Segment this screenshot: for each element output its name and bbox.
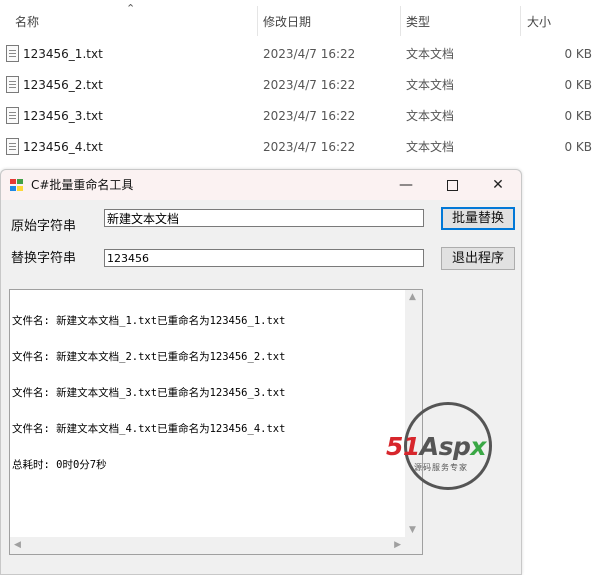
window-title: C#批量重命名工具 — [31, 178, 134, 192]
file-type: 文本文档 — [406, 109, 455, 123]
rename-tool-window: C#批量重命名工具 — ✕ 原始字符串 新建文本文档 批量替换 替换字符串 12… — [0, 169, 522, 575]
column-divider[interactable] — [520, 6, 521, 36]
file-name: 123456_1.txt — [23, 47, 103, 61]
watermark-brand: 51Aspx — [386, 432, 487, 461]
file-size: 0 KB — [564, 140, 592, 154]
scroll-right-icon[interactable]: ▶ — [394, 540, 401, 550]
horizontal-scrollbar[interactable]: ◀ ▶ — [10, 537, 405, 554]
file-type: 文本文档 — [406, 47, 455, 61]
scroll-up-icon[interactable]: ▲ — [409, 292, 416, 302]
sort-ascending-icon: ⌃ — [126, 2, 136, 15]
file-explorer-list: ⌃ 名称 修改日期 类型 大小 123456_1.txt 2023/4/7 16… — [0, 0, 616, 170]
file-size: 0 KB — [564, 78, 592, 92]
file-date: 2023/4/7 16:22 — [263, 78, 356, 92]
text-file-icon — [6, 76, 19, 93]
file-size: 0 KB — [564, 109, 592, 123]
column-header-date[interactable]: 修改日期 — [263, 10, 311, 34]
scroll-left-icon[interactable]: ◀ — [14, 540, 21, 550]
file-row[interactable]: 123456_2.txt 2023/4/7 16:22 文本文档 0 KB — [0, 70, 616, 101]
file-date: 2023/4/7 16:22 — [263, 140, 356, 154]
maximize-icon — [446, 179, 458, 191]
column-header-name[interactable]: 名称 — [15, 10, 39, 34]
app-icon — [10, 179, 23, 191]
text-file-icon — [6, 45, 19, 62]
column-header-type[interactable]: 类型 — [406, 10, 430, 34]
log-line: 文件名: 新建文本文档_2.txt已重命名为123456_2.txt — [12, 351, 286, 363]
exit-button[interactable]: 退出程序 — [441, 247, 515, 270]
replace-string-input[interactable]: 123456 — [104, 249, 424, 267]
text-file-icon — [6, 107, 19, 124]
log-line: 文件名: 新建文本文档_1.txt已重命名为123456_1.txt — [12, 315, 286, 327]
window-titlebar[interactable]: C#批量重命名工具 — ✕ — [1, 170, 521, 200]
log-line: 文件名: 新建文本文档_3.txt已重命名为123456_3.txt — [12, 387, 286, 399]
original-string-label: 原始字符串 — [11, 219, 77, 234]
file-name: 123456_2.txt — [23, 78, 103, 92]
scroll-down-icon[interactable]: ▼ — [409, 525, 416, 535]
minimize-button[interactable]: — — [383, 170, 429, 200]
file-row[interactable]: 123456_1.txt 2023/4/7 16:22 文本文档 0 KB — [0, 39, 616, 70]
log-lines: 文件名: 新建文本文档_1.txt已重命名为123456_1.txt 文件名: … — [12, 291, 285, 495]
file-row[interactable]: 123456_3.txt 2023/4/7 16:22 文本文档 0 KB — [0, 101, 616, 132]
column-divider[interactable] — [257, 6, 258, 36]
file-type: 文本文档 — [406, 140, 455, 154]
watermark-logo: 51Aspx 源码服务专家 — [386, 402, 512, 494]
file-type: 文本文档 — [406, 78, 455, 92]
file-date: 2023/4/7 16:22 — [263, 47, 356, 61]
original-string-input[interactable]: 新建文本文档 — [104, 209, 424, 227]
maximize-button[interactable] — [429, 170, 475, 200]
watermark-tagline: 源码服务专家 — [414, 463, 468, 472]
column-divider[interactable] — [400, 6, 401, 36]
text-file-icon — [6, 138, 19, 155]
file-date: 2023/4/7 16:22 — [263, 109, 356, 123]
file-row[interactable]: 123456_4.txt 2023/4/7 16:22 文本文档 0 KB — [0, 132, 616, 163]
log-line: 文件名: 新建文本文档_4.txt已重命名为123456_4.txt — [12, 423, 286, 435]
file-name: 123456_4.txt — [23, 140, 103, 154]
close-button[interactable]: ✕ — [475, 170, 521, 200]
replace-string-label: 替换字符串 — [11, 251, 77, 266]
log-textarea[interactable]: 文件名: 新建文本文档_1.txt已重命名为123456_1.txt 文件名: … — [9, 289, 423, 555]
scrollbar-corner — [405, 537, 422, 554]
log-line: 总耗时: 0时0分7秒 — [12, 459, 107, 471]
batch-replace-button[interactable]: 批量替换 — [441, 207, 515, 230]
file-size: 0 KB — [564, 47, 592, 61]
column-header-size[interactable]: 大小 — [527, 10, 551, 34]
file-name: 123456_3.txt — [23, 109, 103, 123]
